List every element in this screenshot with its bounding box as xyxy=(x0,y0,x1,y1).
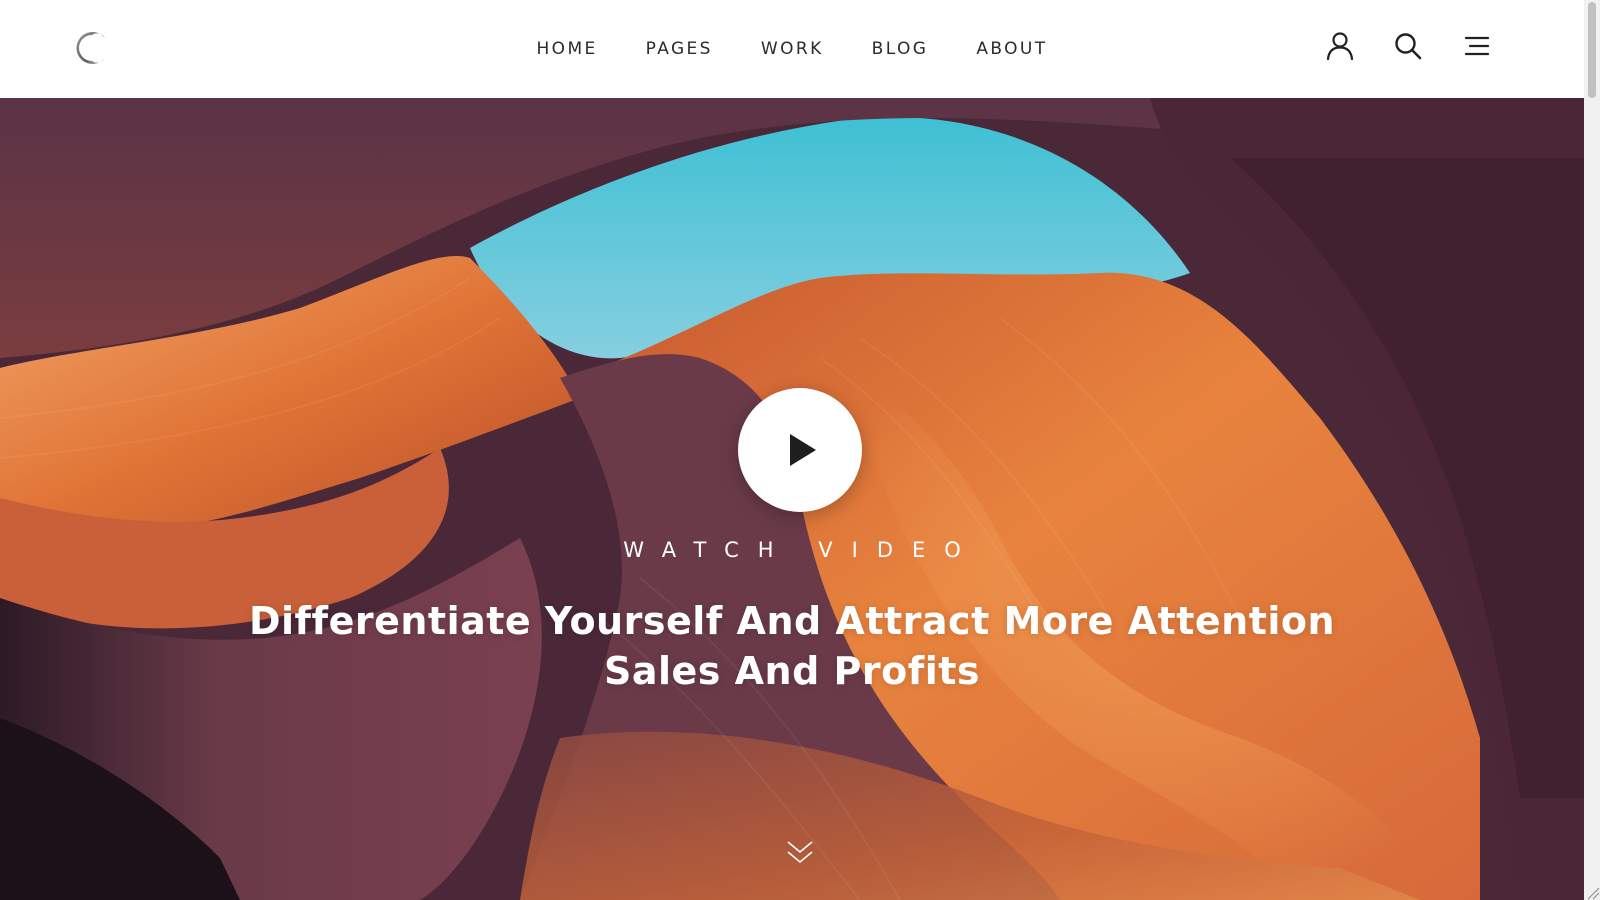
header-actions xyxy=(1324,30,1492,62)
scrollbar-thumb[interactable] xyxy=(1588,2,1596,98)
hero-headline-line-2: Sales And Profits xyxy=(603,649,981,693)
nav-work[interactable]: WORK xyxy=(761,38,824,60)
hero-headline: Differentiate Yourself And Attract More … xyxy=(0,596,1584,696)
site-header: HOME PAGES WORK BLOG ABOUT xyxy=(0,0,1584,98)
play-icon xyxy=(790,434,816,466)
nav-blog[interactable]: BLOG xyxy=(872,38,929,60)
nav-pages[interactable]: PAGES xyxy=(646,38,713,60)
search-icon[interactable] xyxy=(1392,30,1424,62)
user-icon[interactable] xyxy=(1324,30,1356,62)
scroll-down-icon[interactable] xyxy=(784,838,816,870)
menu-icon[interactable] xyxy=(1460,30,1492,62)
play-video-button[interactable] xyxy=(738,388,862,512)
hero-section: WATCH VIDEO Differentiate Yourself And A… xyxy=(0,98,1584,900)
nav-home[interactable]: HOME xyxy=(536,38,597,60)
resize-corner-icon xyxy=(1587,887,1600,900)
nav-about[interactable]: ABOUT xyxy=(976,38,1047,60)
page: HOME PAGES WORK BLOG ABOUT WATCH VIDEO D… xyxy=(0,0,1600,900)
page-scrollbar[interactable] xyxy=(1584,0,1600,900)
watch-video-link[interactable]: WATCH VIDEO xyxy=(0,538,1584,562)
hero-headline-line-1: Differentiate Yourself And Attract More … xyxy=(248,599,1336,643)
